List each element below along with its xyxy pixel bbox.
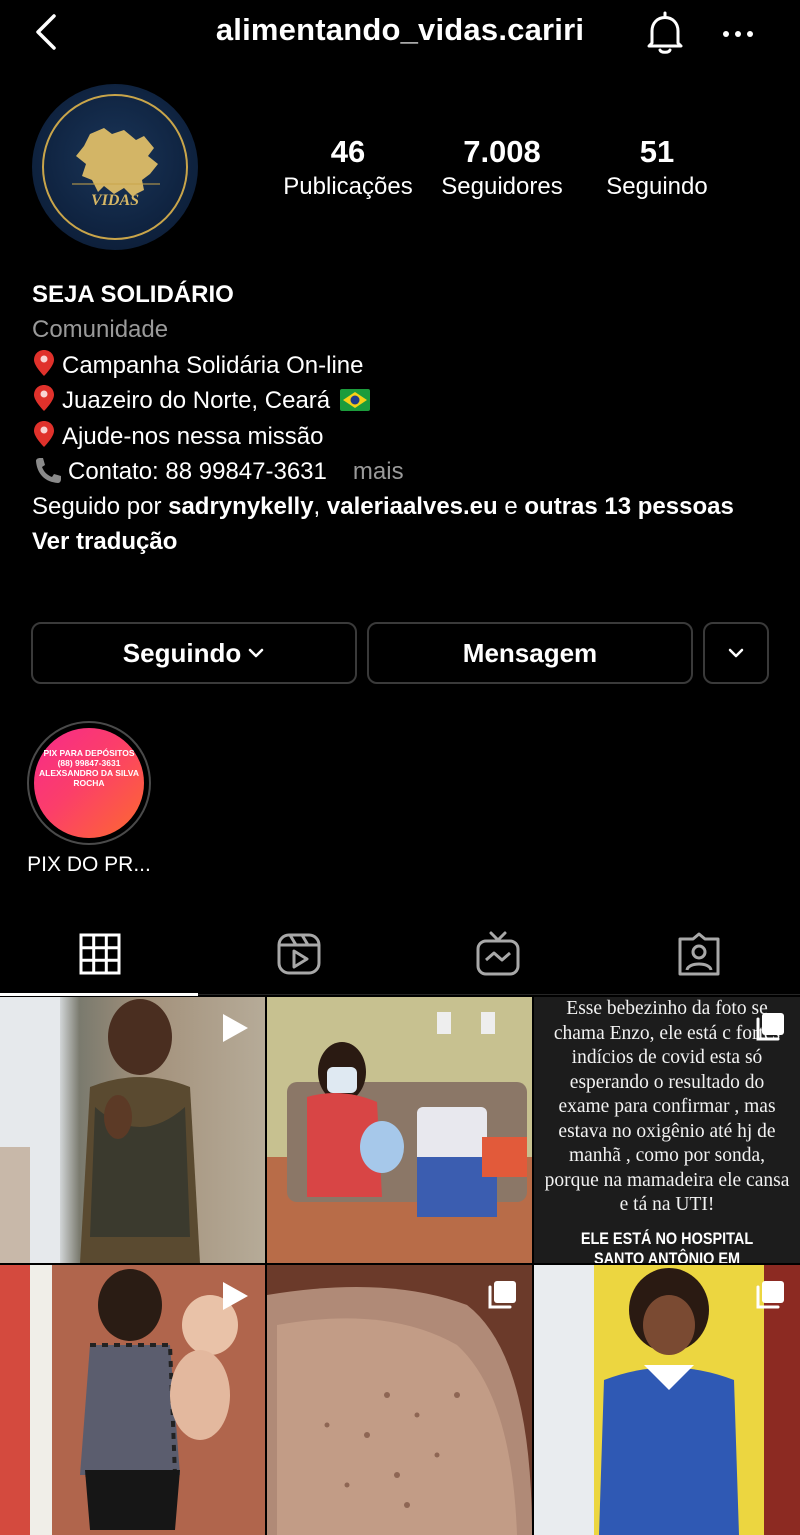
reels-icon[interactable] bbox=[276, 930, 322, 978]
brazil-flag-icon bbox=[340, 389, 371, 412]
following-button-label: Seguindo bbox=[122, 637, 242, 668]
following-button[interactable]: Seguindo bbox=[31, 622, 357, 684]
pin-icon bbox=[34, 385, 54, 412]
stat-followers-label: Seguidores bbox=[441, 173, 563, 200]
carousel-icon bbox=[756, 1281, 784, 1309]
stat-posts-value: 46 bbox=[330, 134, 366, 169]
followed-user-1[interactable]: sadrynykelly bbox=[168, 493, 313, 520]
photo-donation-icon bbox=[267, 997, 532, 1263]
message-button-label: Mensagem bbox=[462, 637, 598, 668]
igtv-icon[interactable] bbox=[475, 930, 521, 978]
see-translation-link[interactable]: Ver tradução bbox=[32, 525, 772, 560]
map-logo-icon bbox=[72, 128, 160, 196]
bio-more-link[interactable]: mais bbox=[353, 458, 404, 485]
profile-name: SEJA SOLIDÁRIO bbox=[32, 281, 234, 308]
bio-line-text: Ajude-nos nessa missão bbox=[62, 423, 324, 451]
stat-posts[interactable]: 46 Publicações bbox=[273, 132, 423, 202]
bell-icon[interactable] bbox=[642, 10, 688, 56]
stat-followers-value: 7.008 bbox=[463, 134, 541, 169]
story-highlight-cover[interactable]: PIX PARA DEPÓSITOS (88) 99847-3631 ALEXS… bbox=[34, 728, 144, 838]
phone-icon bbox=[36, 457, 61, 483]
active-tab-indicator bbox=[0, 993, 198, 996]
followed-by-prefix: Seguido por bbox=[32, 492, 169, 520]
bio-line-text: Campanha Solidária On-line bbox=[62, 351, 364, 379]
grid-icon[interactable] bbox=[77, 930, 123, 978]
post-thumbnail[interactable]: Esse bebezinho da foto se chama Enzo, el… bbox=[534, 997, 800, 1263]
carousel-icon bbox=[756, 1013, 784, 1041]
followed-and: e bbox=[497, 492, 525, 520]
tab-divider bbox=[198, 994, 800, 995]
post-thumbnail[interactable] bbox=[0, 997, 265, 1263]
message-button[interactable]: Mensagem bbox=[367, 622, 693, 684]
profile-avatar[interactable]: VIDAS bbox=[32, 84, 198, 250]
chevron-down-icon bbox=[248, 648, 264, 658]
stat-followers[interactable]: 7.008 Seguidores bbox=[427, 132, 577, 202]
video-icon bbox=[223, 1014, 248, 1042]
post-caption-highlight: ELE ESTÁ NO HOSPITAL SANTO ANTÔNIO EM BA… bbox=[580, 1229, 754, 1263]
followed-by[interactable]: Seguido por sadrynykelly, valeriaalves.e… bbox=[32, 490, 772, 525]
suggested-accounts-button[interactable] bbox=[703, 622, 769, 684]
pin-icon bbox=[34, 421, 54, 448]
tagged-icon[interactable] bbox=[676, 930, 722, 978]
highlight-cover-line: (88) 99847-3631 bbox=[57, 758, 121, 768]
bio-line: Ajude-nos nessa missão bbox=[32, 419, 772, 455]
story-highlight-label: PIX DO PR... bbox=[27, 853, 151, 876]
followed-user-2[interactable]: valeriaalves.eu bbox=[327, 493, 498, 520]
carousel-icon bbox=[488, 1281, 516, 1309]
bio-line: Contato: 88 99847-3631 mais bbox=[32, 455, 772, 490]
followed-others[interactable]: outras 13 pessoas bbox=[524, 493, 733, 520]
post-thumbnail[interactable] bbox=[267, 997, 532, 1263]
bio-line: Campanha Solidária On-line bbox=[32, 348, 772, 384]
stat-posts-label: Publicações bbox=[283, 173, 413, 200]
post-thumbnail[interactable] bbox=[0, 1265, 265, 1535]
post-thumbnail[interactable] bbox=[267, 1265, 532, 1535]
followed-sep: , bbox=[313, 492, 327, 520]
avatar-logo-text: VIDAS bbox=[90, 192, 140, 209]
chevron-down-icon bbox=[728, 648, 744, 658]
highlight-cover-line: PIX PARA DEPÓSITOS bbox=[43, 748, 135, 758]
pin-icon bbox=[34, 349, 54, 376]
highlight-cover-line: ALEXSANDRO DA SILVA ROCHA bbox=[39, 768, 139, 788]
bio-contact: Contato: 88 99847-3631 bbox=[68, 457, 327, 485]
stat-following[interactable]: 51 Seguindo bbox=[582, 132, 732, 202]
stat-following-label: Seguindo bbox=[606, 173, 708, 200]
bio-line: Juazeiro do Norte, Ceará bbox=[32, 383, 772, 419]
profile-bio: SEJA SOLIDÁRIO Comunidade Campanha Solid… bbox=[32, 278, 772, 559]
more-options-icon[interactable] bbox=[718, 16, 758, 52]
profile-category: Comunidade bbox=[32, 315, 169, 343]
post-thumbnail[interactable] bbox=[534, 1265, 800, 1535]
stat-following-value: 51 bbox=[639, 134, 675, 169]
video-icon bbox=[223, 1282, 248, 1310]
bio-line-text: Juazeiro do Norte, Ceará bbox=[62, 387, 331, 415]
